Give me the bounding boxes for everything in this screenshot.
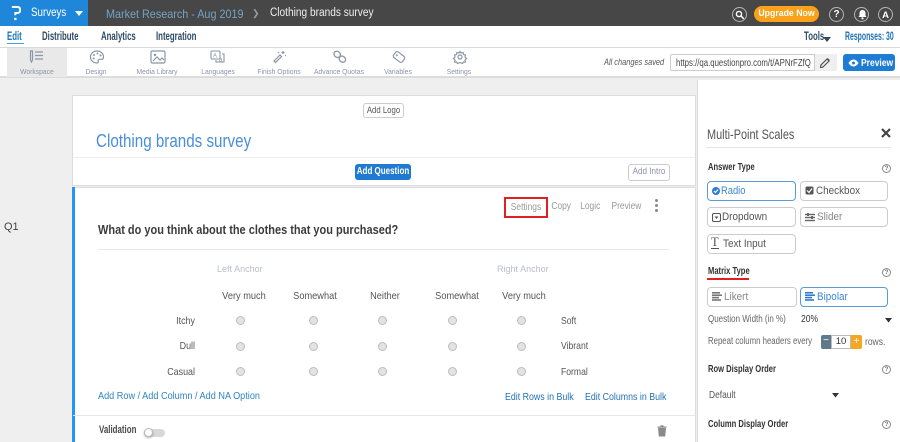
svg-text:A: A	[213, 54, 217, 60]
svg-text:a: a	[219, 58, 223, 64]
